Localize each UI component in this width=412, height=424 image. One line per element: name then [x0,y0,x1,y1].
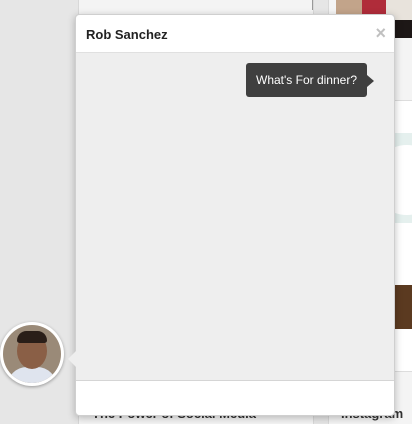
close-icon[interactable]: × [375,23,386,44]
chat-avatar[interactable] [0,322,64,386]
divider [312,0,313,10]
message-input[interactable] [76,380,394,415]
avatar [3,325,61,383]
chat-pointer [68,351,76,367]
chat-title: Rob Sanchez [86,27,168,42]
message-text: What's For dinner? [256,73,357,87]
message-bubble: What's For dinner? [246,63,374,97]
chat-header: Rob Sanchez × [76,15,394,53]
chat-window: Rob Sanchez × What's For dinner? [68,14,395,416]
